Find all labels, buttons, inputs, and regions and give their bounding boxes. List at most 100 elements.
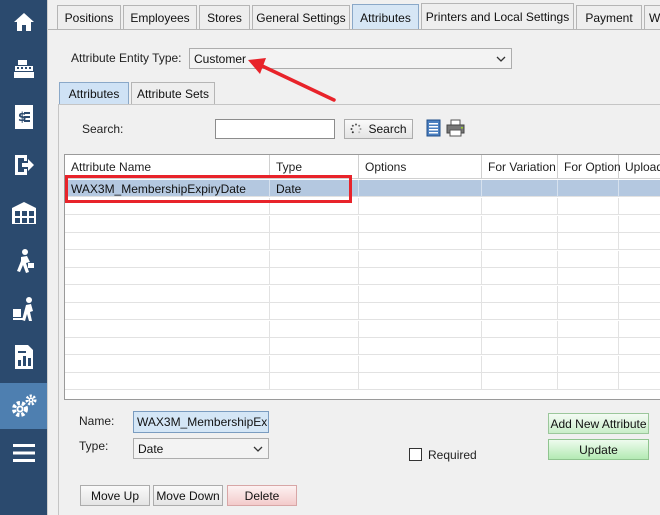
tab-stores[interactable]: Stores [199, 5, 250, 30]
reports-button[interactable] [0, 335, 47, 379]
tab-payment[interactable]: Payment [576, 5, 642, 30]
search-button[interactable]: Search [344, 119, 413, 139]
export-icon[interactable] [426, 119, 442, 137]
empty-cell [619, 216, 660, 233]
column-header-for-variation[interactable]: For Variation [482, 155, 558, 179]
empty-cell [65, 303, 270, 320]
update-button[interactable]: Update [548, 439, 649, 460]
type-select[interactable]: Date [133, 438, 269, 459]
required-label: Required [428, 448, 477, 462]
empty-cell [558, 338, 619, 355]
empty-cell [359, 338, 482, 355]
empty-cell [270, 215, 359, 233]
empty-cell [65, 215, 270, 233]
empty-cell [65, 285, 270, 303]
sign-out-icon [14, 155, 34, 175]
home-button[interactable] [0, 0, 47, 44]
empty-cell [558, 268, 619, 285]
empty-cell [482, 355, 558, 373]
tabs-divider [48, 29, 660, 30]
add-new-attribute-button[interactable]: Add New Attribute [548, 413, 649, 434]
empty-cell [619, 303, 660, 320]
empty-cell [619, 338, 660, 355]
empty-cell [558, 303, 619, 320]
empty-cell [482, 320, 558, 338]
menu-button[interactable] [0, 431, 47, 475]
tab-overflow[interactable]: W [644, 5, 660, 30]
move-up-button[interactable]: Move Up [80, 485, 150, 506]
empty-cell [270, 268, 359, 285]
tab-employees[interactable]: Employees [123, 5, 197, 30]
required-checkbox[interactable] [409, 448, 422, 461]
entity-type-label: Attribute Entity Type: [71, 51, 182, 65]
empty-cell [65, 250, 270, 268]
annotation-arrow [248, 58, 336, 102]
empty-cell [482, 303, 558, 320]
empty-cell [558, 233, 619, 250]
chevron-down-icon [253, 446, 263, 452]
empty-row [65, 303, 660, 320]
customers-button[interactable] [0, 239, 47, 283]
chevron-down-icon [496, 56, 506, 62]
pos-button[interactable] [0, 47, 47, 91]
empty-cell [558, 373, 619, 390]
annotation-highlight-box [65, 175, 352, 203]
empty-cell [558, 285, 619, 303]
empty-cell [619, 198, 660, 215]
empty-cell [270, 320, 359, 338]
empty-cell [359, 250, 482, 268]
empty-cell [65, 373, 270, 390]
inventory-button[interactable] [0, 191, 47, 235]
delete-button[interactable]: Delete [227, 485, 297, 506]
settings-tabs: Positions Employees Stores General Setti… [48, 0, 660, 30]
empty-cell [558, 198, 619, 215]
settings-button[interactable] [0, 383, 47, 429]
empty-cell [482, 373, 558, 390]
delivery-icon [12, 297, 33, 321]
move-down-button[interactable]: Move Down [153, 485, 223, 506]
empty-row [65, 250, 660, 268]
column-header-options[interactable]: Options [359, 155, 482, 179]
customer-run-icon [16, 249, 34, 273]
print-icon[interactable] [446, 119, 465, 137]
checkout-button[interactable] [0, 143, 47, 187]
receipts-button[interactable]: $ [0, 95, 47, 139]
sidebar: $ [0, 0, 47, 515]
receipt-icon: $ [14, 105, 33, 129]
report-icon [14, 345, 33, 369]
inner-tab-attribute-sets[interactable]: Attribute Sets [131, 82, 215, 104]
search-input[interactable] [215, 119, 335, 139]
empty-row [65, 355, 660, 373]
main-panel: Positions Employees Stores General Setti… [47, 0, 660, 515]
empty-cell [65, 268, 270, 285]
column-header-upload[interactable]: Upload [619, 155, 660, 179]
empty-cell [619, 373, 660, 390]
empty-cell [482, 338, 558, 355]
empty-row [65, 233, 660, 250]
empty-cell [359, 320, 482, 338]
inner-tab-attributes[interactable]: Attributes [59, 82, 129, 104]
empty-row [65, 320, 660, 338]
empty-cell [482, 268, 558, 285]
empty-cell [482, 250, 558, 268]
tab-printers-local-settings[interactable]: Printers and Local Settings [421, 3, 574, 30]
empty-cell [270, 233, 359, 250]
tab-attributes[interactable]: Attributes [352, 4, 419, 30]
shipping-button[interactable] [0, 287, 47, 331]
menu-icon [12, 444, 35, 462]
empty-row [65, 285, 660, 303]
name-input[interactable] [133, 411, 269, 433]
empty-cell [558, 250, 619, 268]
search-button-label: Search [368, 122, 407, 136]
empty-cell [65, 338, 270, 355]
loading-dots-icon [350, 123, 362, 134]
cell-for-option [558, 180, 619, 197]
tab-positions[interactable]: Positions [57, 5, 121, 30]
empty-cell [558, 355, 619, 373]
tab-general-settings[interactable]: General Settings [252, 5, 350, 30]
entity-type-select[interactable]: Customer [189, 48, 512, 69]
column-header-for-option[interactable]: For Option [558, 155, 621, 179]
empty-cell [619, 251, 660, 268]
empty-cell [619, 321, 660, 338]
empty-row [65, 338, 660, 355]
